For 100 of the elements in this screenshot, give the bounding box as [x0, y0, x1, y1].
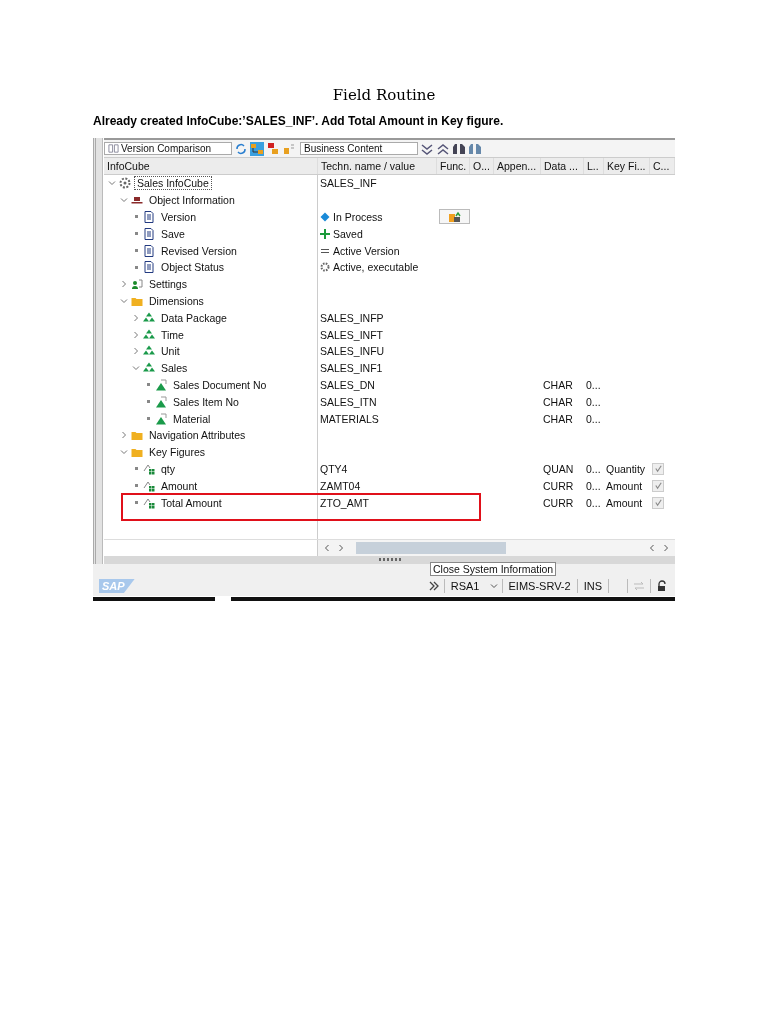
data-type: CURR: [543, 496, 574, 509]
triangles-icon: [143, 328, 155, 341]
key-figure-icon: [143, 462, 155, 475]
chevron-down-icon[interactable]: [120, 196, 128, 205]
transfer-icon[interactable]: [632, 579, 646, 592]
lock-icon[interactable]: [655, 579, 669, 592]
length-value: 0...: [586, 412, 601, 425]
transport-button[interactable]: [439, 209, 470, 225]
tree-item[interactable]: Material: [170, 411, 214, 426]
technical-name: ZAMT04: [320, 479, 361, 492]
column-header[interactable]: InfoCube: [104, 158, 318, 174]
folder-icon: [131, 446, 143, 459]
version-dropdown[interactable]: Version Comparison: [104, 142, 232, 155]
chevron-down-icon[interactable]: [120, 448, 128, 457]
status-value: Active Version: [333, 244, 400, 257]
chevron-right-icon[interactable]: [132, 330, 140, 339]
transaction-code: RSA1: [449, 579, 481, 592]
object-icon[interactable]: [282, 141, 296, 156]
tree-item[interactable]: Sales: [158, 361, 191, 376]
column-header[interactable]: Techn. name / value: [318, 158, 437, 174]
column-header[interactable]: C...: [650, 158, 675, 174]
refresh-icon[interactable]: [234, 141, 248, 156]
hierarchy-icon[interactable]: [266, 141, 280, 156]
column-header[interactable]: L..: [584, 158, 604, 174]
tree-item[interactable]: Dimensions: [146, 293, 207, 308]
data-type: QUAN: [543, 462, 574, 475]
content-dropdown[interactable]: Business Content: [300, 142, 418, 155]
key-figure-icon: [143, 496, 155, 509]
document-icon: [143, 211, 155, 223]
column-header[interactable]: Func.: [437, 158, 470, 174]
bullet-icon: [134, 215, 138, 219]
technical-name: QTY4: [320, 462, 348, 475]
tree-view-icon[interactable]: [250, 141, 264, 156]
caret-icon[interactable]: [489, 581, 498, 590]
bullet-icon: [134, 249, 138, 253]
checkbox[interactable]: [652, 462, 664, 475]
checkbox[interactable]: [652, 479, 664, 492]
bullet-icon: [134, 265, 138, 269]
tree-item[interactable]: Amount: [158, 478, 201, 493]
tree-item[interactable]: Settings: [146, 277, 190, 292]
scroll-left-icon[interactable]: [649, 543, 655, 552]
data-type: CHAR: [543, 395, 573, 408]
sap-logo: SAP: [99, 578, 135, 593]
column-header[interactable]: O...: [470, 158, 494, 174]
tree-item[interactable]: Save: [158, 226, 188, 241]
tree-item[interactable]: Time: [158, 327, 187, 342]
triangles-icon: [143, 311, 155, 324]
key-figure-type: Quantity: [606, 462, 646, 475]
triangles-icon: [143, 362, 155, 375]
tree-item[interactable]: Object Information: [146, 193, 238, 208]
gear-icon: [320, 262, 330, 273]
binoculars-icon[interactable]: [452, 141, 466, 156]
scroll-left-icon[interactable]: [324, 543, 330, 552]
technical-name: SALES_DN: [320, 378, 375, 391]
tree-item[interactable]: Data Package: [158, 310, 230, 325]
compare-icon: [108, 143, 119, 154]
tree-item[interactable]: Version: [158, 210, 200, 224]
tree-item[interactable]: Revised Version: [158, 243, 240, 258]
tree-item[interactable]: qty: [158, 461, 178, 476]
column-header[interactable]: Appen...: [494, 158, 541, 174]
chevron-right-icon[interactable]: [132, 347, 140, 356]
data-type: CHAR: [543, 378, 573, 391]
double-chevron-icon[interactable]: [427, 579, 440, 592]
key-figure-icon: [143, 479, 155, 492]
tree-item[interactable]: Key Figures: [146, 445, 209, 460]
column-header[interactable]: Data ...: [541, 158, 584, 174]
scroll-right-icon[interactable]: [663, 543, 669, 552]
bullet-icon: [146, 400, 150, 404]
tree-item[interactable]: Navigation Attributes: [146, 428, 249, 443]
chevron-right-icon[interactable]: [132, 313, 140, 322]
technical-name: SALES_INFU: [320, 345, 385, 358]
status-value: Saved: [333, 227, 363, 240]
tree-item[interactable]: Sales Document No: [170, 377, 270, 392]
column-header[interactable]: Key Fi...: [604, 158, 650, 174]
length-value: 0...: [586, 496, 601, 509]
chevron-down-icon[interactable]: [108, 179, 116, 188]
gear-icon: [119, 177, 131, 190]
technical-name: ZTO_AMT: [320, 496, 369, 509]
folder-icon: [131, 429, 143, 442]
splitter-grip[interactable]: [378, 558, 401, 562]
collapse-all-icon[interactable]: [436, 141, 450, 156]
chevron-right-icon[interactable]: [120, 280, 128, 289]
data-type: CURR: [543, 479, 574, 492]
chevron-right-icon[interactable]: [120, 431, 128, 440]
length-value: 0...: [586, 462, 601, 475]
checkbox[interactable]: [652, 496, 664, 509]
scrollbar-thumb[interactable]: [356, 541, 506, 554]
document-title: Field Routine: [331, 85, 437, 104]
bullet-icon: [134, 484, 138, 488]
tree-item[interactable]: Sales Item No: [170, 394, 242, 409]
scroll-right-icon[interactable]: [338, 543, 344, 552]
bullet-icon: [146, 383, 150, 387]
expand-all-icon[interactable]: [420, 141, 434, 156]
bullet-icon: [134, 232, 138, 236]
tree-item[interactable]: Sales InfoCube: [134, 176, 212, 191]
tree-item[interactable]: Object Status: [158, 260, 228, 275]
tree-item[interactable]: Unit: [158, 344, 183, 359]
chevron-down-icon[interactable]: [120, 296, 128, 305]
chevron-down-icon[interactable]: [132, 364, 140, 373]
tree-item[interactable]: Total Amount: [158, 495, 225, 510]
